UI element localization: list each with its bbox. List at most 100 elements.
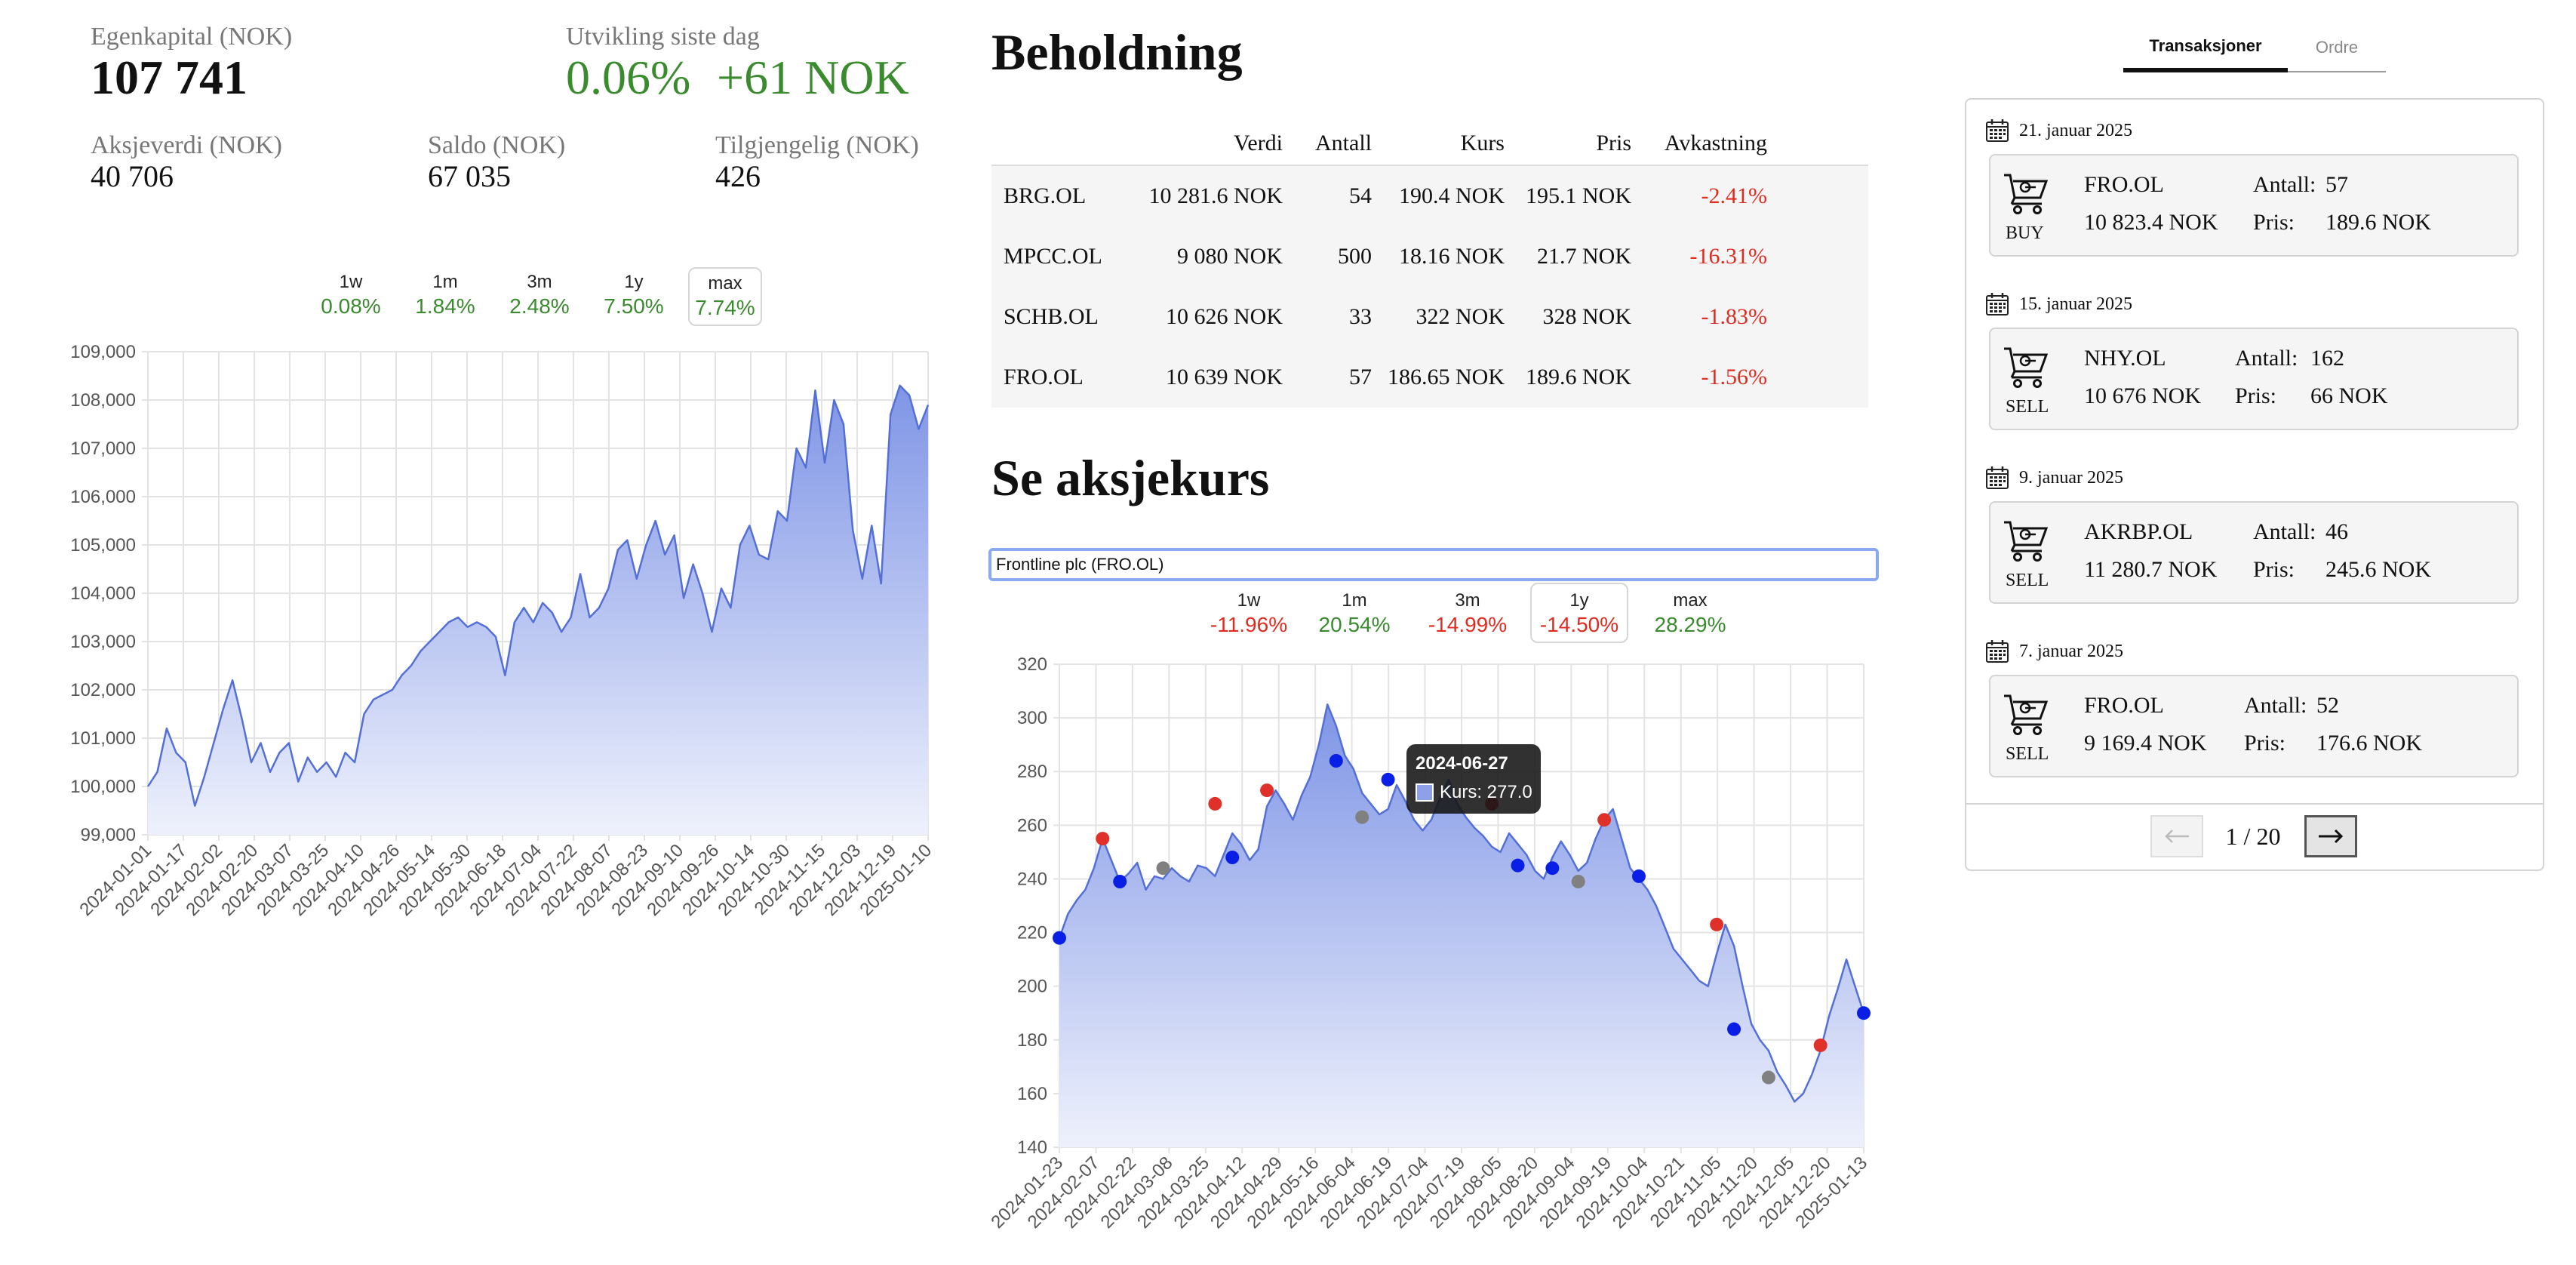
table-row[interactable]: BRG.OL 10 281.6 NOK 54 190.4 NOK 195.1 N… (991, 165, 1868, 226)
y-tick-label: 104,000 (70, 583, 136, 604)
available-value: 426 (715, 159, 761, 193)
transaction-ticker: FRO.OL (2084, 693, 2164, 718)
y-tick-label: 109,000 (70, 342, 136, 362)
y-tick-label: 200 (1017, 977, 1047, 997)
transaction-card[interactable]: BUY FRO.OL 10 823.4 NOK Antall: 57 Pris: 189.6… (1989, 154, 2519, 257)
table-row[interactable]: FRO.OL 10 639 NOK 57 186.65 NOK 189.6 NO… (991, 347, 1868, 408)
cell-return: -16.31% (1689, 244, 1767, 269)
cell-return: -1.83% (1701, 304, 1767, 329)
transaction-marker (1329, 754, 1343, 768)
period-name: 3m (527, 272, 552, 292)
portfolio-period-3m[interactable]: 3m 2.48% (502, 272, 577, 326)
equity-value: 107 741 (91, 51, 247, 104)
transaction-card[interactable]: SELL AKRBP.OL 11 280.7 NOK Antall: 46 Pris: 24… (1989, 501, 2519, 604)
transaction-marker (1813, 1038, 1827, 1052)
cell-price-paid: 328 NOK (1542, 304, 1632, 329)
transaction-type: BUY (2006, 223, 2044, 243)
y-tick-label: 102,000 (70, 680, 136, 700)
table-row[interactable]: SCHB.OL 10 626 NOK 33 322 NOK 328 NOK -1… (991, 287, 1868, 347)
stock-period-1w[interactable]: 1w -11.96% (1207, 590, 1290, 645)
stock-period-max[interactable]: max 28.29% (1645, 590, 1735, 645)
stock-search-input[interactable] (988, 548, 1879, 581)
portfolio-value-chart[interactable]: 99,000 100,000 101,000 102,000 103,000 104,00… (45, 332, 951, 951)
stock-lookup-title: Se aksjekurs (991, 449, 1270, 506)
calendar-icon (1986, 466, 2009, 489)
quantity-value: 162 (2310, 346, 2344, 371)
transaction-marker (1727, 1022, 1741, 1036)
stock-price-chart[interactable]: 1401601802002202402602803003202024-01-23… (981, 649, 1886, 1265)
portfolio-period-1y[interactable]: 1y 7.50% (596, 272, 672, 326)
quantity-label: Antall: (2253, 172, 2316, 197)
date-text: 21. januar 2025 (2019, 120, 2132, 140)
period-return: 20.54% (1318, 613, 1391, 636)
cell-quantity: 57 (1349, 365, 1372, 389)
shopping-cart-icon (2004, 174, 2049, 214)
tab-underline (2288, 71, 2386, 72)
cell-ticker: SCHB.OL (1004, 304, 1099, 329)
cell-price-paid: 189.6 NOK (1526, 365, 1631, 389)
transaction-card[interactable]: SELL FRO.OL 9 169.4 NOK Antall: 52 Pris: 176.6… (1989, 675, 2519, 777)
tooltip-swatch (1416, 783, 1434, 802)
transaction-card[interactable]: SELL NHY.OL 10 676 NOK Antall: 162 Pris: 66 NO… (1989, 328, 2519, 430)
cell-quantity: 33 (1349, 304, 1372, 329)
shopping-cart-icon (2004, 347, 2049, 388)
price-label: Pris: (2253, 210, 2295, 235)
transaction-ticker: AKRBP.OL (2084, 519, 2193, 544)
header-price-current: Kurs (1372, 127, 1505, 166)
transaction-date: 21. januar 2025 (1984, 118, 2132, 143)
transaction-marker (1096, 832, 1110, 846)
transaction-ticker: NHY.OL (2084, 346, 2166, 371)
period-return: 28.29% (1654, 613, 1726, 636)
y-tick-label: 107,000 (70, 439, 136, 459)
table-row[interactable]: MPCC.OL 9 080 NOK 500 18.16 NOK 21.7 NOK… (991, 226, 1868, 287)
y-tick-label: 280 (1017, 762, 1047, 782)
y-tick-label: 99,000 (81, 825, 136, 845)
y-tick-label: 160 (1017, 1084, 1047, 1104)
header-return: Avkastning (1631, 127, 1767, 166)
chart-tooltip: 2024-06-27 Kurs: 277.0 (1406, 744, 1541, 814)
period-return: -11.96% (1210, 613, 1288, 636)
period-name: 1y (1569, 590, 1589, 611)
quantity-label: Antall: (2244, 693, 2307, 718)
cell-ticker: MPCC.OL (1004, 244, 1102, 269)
tooltip-value: Kurs: 277.0 (1440, 782, 1532, 802)
stock-period-1m[interactable]: 1m 20.54% (1313, 590, 1396, 645)
transaction-date: 7. januar 2025 (1984, 639, 2123, 664)
header-quantity: Antall (1283, 127, 1372, 166)
stock-period-1y[interactable]: 1y -14.50% (1530, 583, 1628, 643)
tab-active-indicator (2123, 68, 2288, 72)
transaction-marker (1597, 813, 1612, 827)
transaction-marker (1761, 1070, 1775, 1085)
cell-return: -1.56% (1701, 365, 1767, 389)
portfolio-period-max[interactable]: max 7.74% (688, 267, 762, 326)
tab-orders[interactable]: Ordre (2288, 38, 2386, 57)
y-tick-label: 103,000 (70, 632, 136, 652)
quantity-value: 57 (2325, 172, 2348, 197)
stock-period-3m[interactable]: 3m -14.99% (1422, 590, 1513, 645)
prev-page-button[interactable] (2150, 815, 2203, 857)
next-page-button[interactable] (2304, 815, 2357, 857)
equity-label: Egenkapital (NOK) (91, 23, 293, 51)
portfolio-period-1w[interactable]: 1w 0.08% (313, 272, 389, 326)
period-name: max (708, 273, 742, 294)
quantity-label: Antall: (2253, 519, 2316, 544)
stock-value: 40 706 (91, 159, 174, 193)
y-tick-label: 300 (1017, 708, 1047, 728)
tab-transactions[interactable]: Transaksjoner (2123, 36, 2288, 56)
date-text: 9. januar 2025 (2019, 467, 2123, 488)
cell-value: 9 080 NOK (1177, 244, 1283, 269)
price-label: Pris: (2235, 383, 2277, 408)
portfolio-period-1m[interactable]: 1m 1.84% (407, 272, 483, 326)
price-value: 245.6 NOK (2325, 557, 2431, 582)
tooltip-date: 2024-06-27 (1416, 753, 1508, 774)
period-return: -14.50% (1539, 613, 1619, 636)
period-return: 7.50% (604, 294, 664, 318)
cell-price-paid: 21.7 NOK (1537, 244, 1631, 269)
pagination-divider (1966, 803, 2543, 805)
y-tick-label: 240 (1017, 869, 1047, 889)
cell-ticker: FRO.OL (1004, 365, 1084, 389)
transaction-type: SELL (2006, 744, 2049, 764)
transaction-marker (1156, 861, 1170, 876)
transaction-ticker: FRO.OL (2084, 172, 2164, 197)
transaction-amount: 9 169.4 NOK (2084, 731, 2207, 756)
